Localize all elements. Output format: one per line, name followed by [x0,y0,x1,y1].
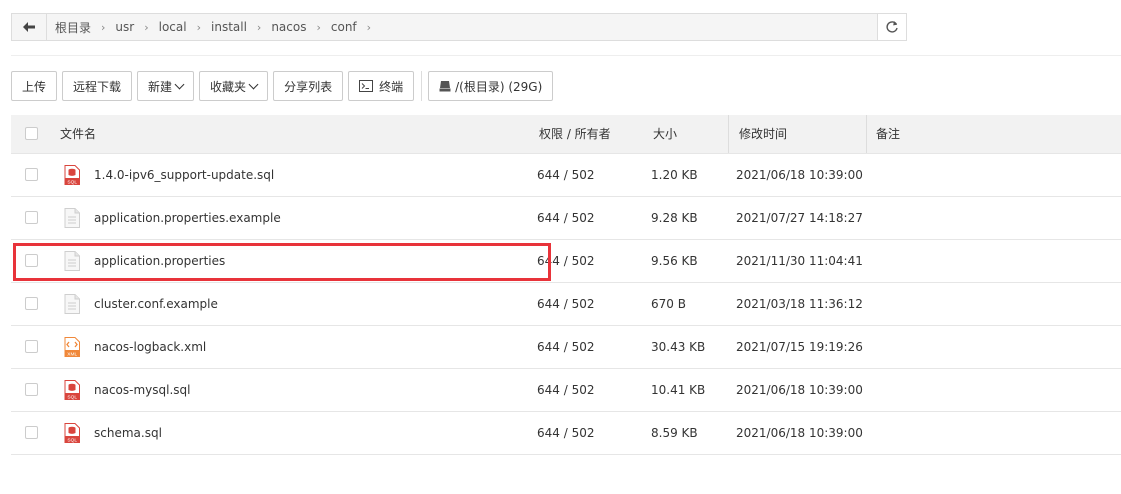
file-permission[interactable]: 644 / 502 [537,326,594,368]
svg-text:XML: XML [67,351,77,357]
breadcrumb-item[interactable]: install [211,20,247,34]
column-header-perm[interactable]: 权限 / 所有者 [539,115,611,153]
file-name[interactable]: application.properties.example [94,197,281,239]
text-file-icon [64,294,80,314]
file-name[interactable]: nacos-mysql.sql [94,369,191,411]
chevron-down-icon [248,79,259,89]
address-bar: 根目录 › usr › local › install › nacos › conf › [11,13,907,41]
share-list-button[interactable]: 分享列表 [273,71,344,101]
sql-file-icon: SQL [64,165,80,185]
terminal-label: 终端 [379,79,404,94]
back-button[interactable] [12,14,47,40]
table-row[interactable]: XML nacos-logback.xml 644 / 502 30.43 KB 202… [11,326,1121,369]
file-size: 9.28 KB [651,211,698,225]
remote-download-label: 远程下载 [73,79,122,94]
breadcrumb: 根目录 › usr › local › install › nacos › conf › [47,14,877,40]
svg-text:SQL: SQL [67,179,77,185]
row-checkbox[interactable] [25,426,38,439]
file-permission[interactable]: 644 / 502 [537,412,594,454]
toolbar-divider [421,71,423,101]
table-header: 文件名 权限 / 所有者 大小 修改时间 备注 [11,115,1121,154]
file-name[interactable]: cluster.conf.example [94,283,218,325]
row-checkbox[interactable] [25,168,38,181]
upload-button[interactable]: 上传 [11,71,58,101]
row-checkbox[interactable] [25,340,38,353]
table-row[interactable]: SQL schema.sql 644 / 502 8.59 KB 2021/06/18 … [11,412,1121,455]
breadcrumb-item[interactable]: nacos [271,20,306,34]
file-mtime: 2021/06/18 10:39:00 [736,168,863,182]
column-header-mtime[interactable]: 修改时间 [728,115,787,153]
chevron-right-icon: › [101,20,106,34]
file-name[interactable]: schema.sql [94,412,162,454]
favorites-dropdown-button[interactable]: 收藏夹 [199,71,269,101]
column-header-name[interactable]: 文件名 [60,115,96,153]
breadcrumb-item[interactable]: usr [115,20,134,34]
upload-label: 上传 [22,79,47,94]
chevron-right-icon: › [144,20,149,34]
file-permission[interactable]: 644 / 502 [537,283,594,325]
table-row[interactable]: SQL 1.4.0-ipv6_support-update.sql 644 / 50… [11,154,1121,197]
table-row[interactable]: application.properties.example 644 / 502 9… [11,197,1121,240]
favorites-label: 收藏夹 [210,79,247,94]
chevron-right-icon: › [366,20,372,34]
row-checkbox[interactable] [25,211,38,224]
file-permission[interactable]: 644 / 502 [537,197,594,239]
svg-text:SQL: SQL [67,437,77,443]
file-size: 8.59 KB [651,426,698,440]
toolbar: 上传 远程下载 新建 收藏夹 分享列表 终端 /(根目录) (29G) [11,71,558,101]
disk-button[interactable]: /(根目录) (29G) [428,71,554,101]
highlight-box [13,243,551,281]
sql-file-icon: SQL [64,423,80,443]
row-checkbox[interactable] [25,297,38,310]
sql-file-icon: SQL [64,380,80,400]
file-permission[interactable]: 644 / 502 [537,154,594,196]
table-row[interactable]: SQL nacos-mysql.sql 644 / 502 10.41 KB 2021/… [11,369,1121,412]
disk-icon [439,81,451,92]
chevron-right-icon: › [256,20,262,34]
divider [11,55,1121,56]
file-size: 1.20 KB [651,168,698,182]
chevron-down-icon [174,79,185,89]
refresh-icon [886,21,898,33]
file-permission[interactable]: 644 / 502 [537,369,594,411]
file-size: 9.56 KB [651,254,698,268]
terminal-button[interactable]: 终端 [348,71,415,101]
share-list-label: 分享列表 [284,79,333,94]
file-name[interactable]: 1.4.0-ipv6_support-update.sql [94,154,274,196]
xml-file-icon: XML [64,337,80,357]
file-mtime: 2021/06/18 10:39:00 [736,383,863,397]
column-header-note[interactable]: 备注 [866,115,900,153]
file-size: 10.41 KB [651,383,706,397]
refresh-button[interactable] [877,14,906,40]
file-mtime: 2021/07/15 19:19:26 [736,340,863,354]
file-mtime: 2021/11/30 11:04:41 [736,254,863,268]
text-file-icon [64,208,80,228]
file-mtime: 2021/03/18 11:36:12 [736,297,863,311]
new-dropdown-button[interactable]: 新建 [137,71,195,101]
row-checkbox[interactable] [25,383,38,396]
new-label: 新建 [148,79,173,94]
disk-label: /(根目录) (29G) [455,79,543,94]
breadcrumb-item[interactable]: conf [331,20,357,34]
arrow-left-icon [23,22,35,32]
file-size: 670 B [651,297,686,311]
file-mtime: 2021/07/27 14:18:27 [736,211,863,225]
svg-text:SQL: SQL [67,394,77,400]
chevron-right-icon: › [196,20,201,34]
file-mtime: 2021/06/18 10:39:00 [736,426,863,440]
file-name[interactable]: nacos-logback.xml [94,326,206,368]
breadcrumb-item[interactable]: 根目录 [55,19,91,36]
file-size: 30.43 KB [651,340,706,354]
chevron-right-icon: › [316,20,321,34]
column-header-size[interactable]: 大小 [653,115,677,153]
select-all-checkbox[interactable] [25,127,38,140]
breadcrumb-item[interactable]: local [159,20,187,34]
terminal-icon [359,80,374,92]
remote-download-button[interactable]: 远程下载 [62,71,133,101]
table-row[interactable]: cluster.conf.example 644 / 502 670 B 2021/0… [11,283,1121,326]
